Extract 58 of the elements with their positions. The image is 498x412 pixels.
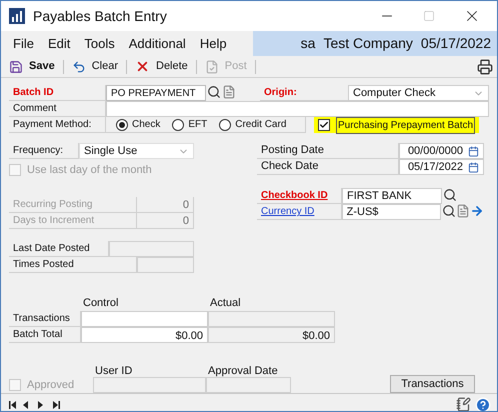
field-label: Last Date Posted [9, 240, 109, 256]
undo-icon [72, 60, 86, 74]
field-label: Days to Increment [9, 212, 137, 228]
printer-icon[interactable] [477, 58, 493, 74]
radio-option[interactable]: EFT [172, 117, 208, 132]
transactions-button[interactable]: Transactions [390, 375, 475, 393]
calendar-icon[interactable] [468, 146, 479, 156]
notebook-icon[interactable] [456, 397, 471, 411]
column-header: Control [82, 296, 120, 310]
menu-item[interactable]: Edit [48, 34, 70, 54]
date-field[interactable]: 00/00/0000 [399, 143, 484, 159]
menu-item[interactable]: Help [200, 34, 227, 54]
column-header: Actual [209, 296, 242, 310]
document-icon [204, 60, 219, 74]
arrow-right-icon[interactable] [470, 204, 484, 218]
help-icon[interactable] [475, 396, 491, 411]
radio-option[interactable]: Check [116, 117, 160, 132]
batch-id-field[interactable]: PO PREPAYMENT [106, 85, 206, 101]
field-label: Times Posted [9, 256, 137, 272]
field-value: 0 [137, 196, 194, 212]
prepayment-checkbox[interactable]: Purchasing Prepayment Batch [314, 117, 480, 133]
column-header: User ID [94, 364, 134, 377]
date-label: Posting Date [257, 143, 399, 159]
close-icon [135, 59, 150, 74]
checkbox[interactable] [318, 119, 330, 131]
toolbar-button[interactable]: Clear [68, 58, 122, 75]
control-field[interactable] [81, 311, 208, 327]
search-icon[interactable] [442, 204, 456, 218]
field-label: Recurring Posting [9, 196, 137, 212]
search-icon[interactable] [207, 85, 221, 99]
bar-chart-icon [9, 8, 25, 24]
readonly-field [137, 256, 194, 272]
origin-dropdown[interactable]: Computer Check [348, 85, 489, 101]
window-title: Payables Batch Entry [33, 6, 167, 26]
date-field[interactable]: 05/17/2022 [399, 159, 484, 175]
field-value: 0 [137, 212, 194, 228]
toolbar-button[interactable]: Delete [131, 58, 192, 75]
column-header: Approval Date [207, 364, 279, 377]
actual-field: $0.00 [208, 327, 335, 343]
menu-item[interactable]: Tools [84, 34, 115, 54]
radio-option[interactable]: Credit Card [219, 117, 286, 132]
toolbar-button[interactable]: Save [5, 58, 59, 75]
payment-method-label: Payment Method: [9, 117, 106, 133]
currency-id-field[interactable]: Z-US$ [342, 204, 442, 220]
comment-field[interactable] [106, 101, 489, 117]
menu-item[interactable]: Additional [128, 34, 186, 54]
user-date: 05/17/2022 [420, 34, 491, 53]
search-icon[interactable] [443, 188, 457, 202]
control-field[interactable]: $0.00 [81, 327, 208, 343]
date-label: Check Date [257, 159, 399, 175]
checkbook-id-field[interactable]: FIRST BANK [342, 188, 442, 204]
company-name: Test Company [323, 34, 413, 53]
currency-id-link[interactable]: Currency ID [257, 204, 342, 220]
calendar-icon[interactable] [468, 162, 479, 172]
menu-item[interactable]: File [13, 34, 34, 54]
save-icon [9, 60, 23, 74]
user-name: sa [300, 34, 316, 53]
frequency-dropdown[interactable]: Single Use [79, 143, 194, 159]
